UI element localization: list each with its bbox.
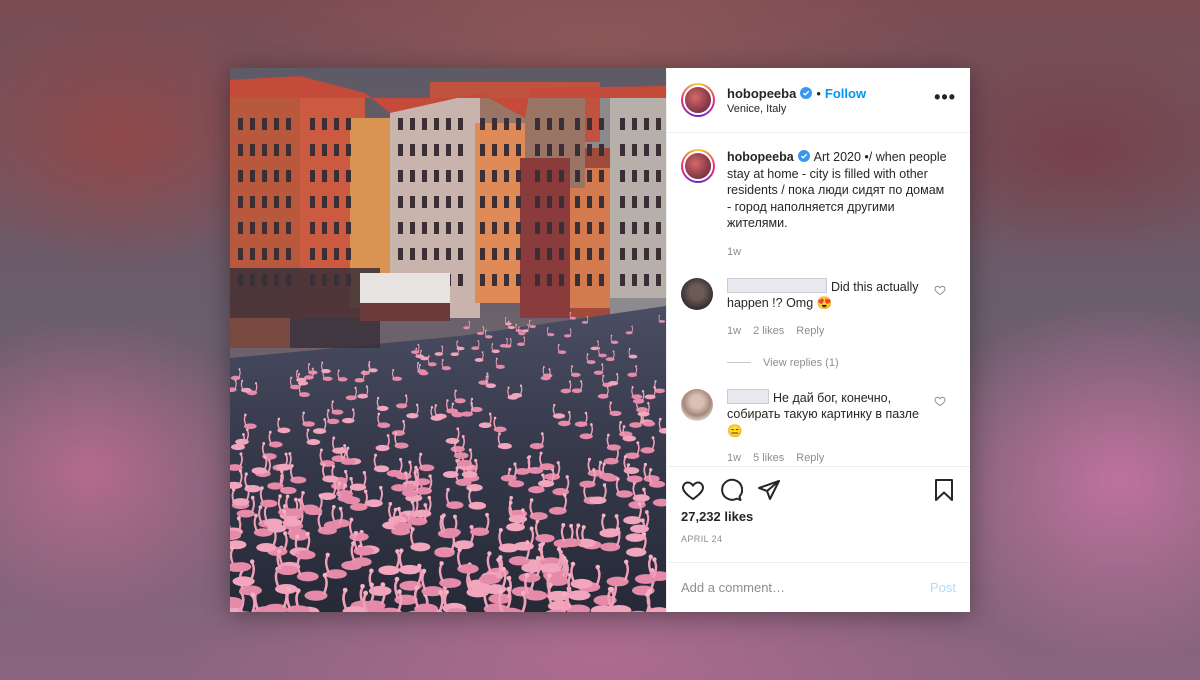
redacted-username [727,388,769,404]
view-replies-button[interactable]: View replies (1) [727,357,956,369]
post-sidebar: hobopeeba • Follow Venice, Italy ••• hob… [666,68,970,612]
commenter-avatar[interactable] [681,388,713,421]
post-image[interactable] [230,68,666,612]
post-caption: hobopeeba Art 2020 •/ when people stay at… [681,149,956,258]
replies-divider-line [727,362,751,363]
add-comment-bar: Post [667,562,970,612]
comment-item: Не дай бог, конечно, собирать такую карт… [681,388,956,464]
post-comment-button[interactable]: Post [930,580,956,595]
comment-likes[interactable]: 5 likes [753,452,784,464]
comment-time[interactable]: 1w [727,452,741,464]
comment-time[interactable]: 1w [727,325,741,337]
reply-button[interactable]: Reply [796,452,824,464]
separator-dot: • [816,85,821,101]
verified-badge-icon [797,150,810,162]
post-date[interactable]: APRIL 24 [681,534,956,544]
comment-input[interactable] [681,580,930,595]
redacted-username [727,277,827,293]
paper-plane-icon[interactable] [757,478,781,502]
comment-item: Did this actually happen !? Omg 😍 1w 2 l… [681,277,956,337]
likes-count[interactable]: 27,232 likes [681,509,956,524]
post-location[interactable]: Venice, Italy [727,103,866,115]
author-username[interactable]: hobopeeba [727,86,796,101]
comments-list[interactable]: hobopeeba Art 2020 •/ when people stay at… [667,133,970,466]
caption-author-avatar[interactable] [681,149,715,183]
caption-time[interactable]: 1w [727,246,947,258]
comment-like-heart-icon[interactable] [934,395,946,407]
verified-badge-icon [800,87,813,99]
commenter-avatar[interactable] [681,277,713,310]
comment-icon[interactable] [719,478,743,502]
venice-flamingos-illustration [230,68,666,612]
comment-likes[interactable]: 2 likes [753,325,784,337]
post-actions: 27,232 likes APRIL 24 [667,466,970,562]
comment-like-heart-icon[interactable] [934,284,946,296]
heart-icon[interactable] [681,478,705,502]
instagram-post-modal: hobopeeba • Follow Venice, Italy ••• hob… [230,68,970,612]
view-replies-label: View replies (1) [763,356,839,369]
follow-button[interactable]: Follow [825,86,866,101]
author-avatar[interactable] [681,83,715,117]
caption-username[interactable]: hobopeeba [727,150,794,164]
post-header: hobopeeba • Follow Venice, Italy ••• [667,68,970,133]
bookmark-icon[interactable] [932,478,956,502]
more-options-icon[interactable]: ••• [934,88,956,106]
reply-button[interactable]: Reply [796,325,824,337]
